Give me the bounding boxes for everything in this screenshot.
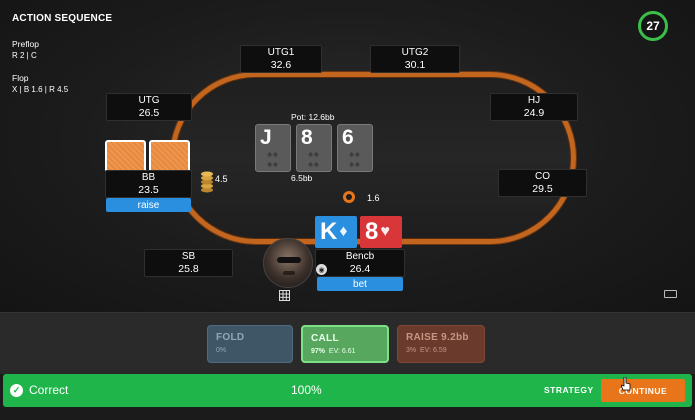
call-frequency: 97% <box>311 348 326 355</box>
bb-chip-stack-icon <box>201 171 213 193</box>
diamond-icon: ♦ <box>339 223 348 240</box>
raise-ev: EV: 6.59 <box>420 347 447 354</box>
pointer-cursor-icon <box>621 377 631 391</box>
bb-hole-card-1 <box>105 140 146 173</box>
seat-co: CO 29.5 <box>498 169 587 197</box>
pot-amount: 6.5bb <box>291 173 313 183</box>
pot-label: Pot: 12.6bb <box>291 112 335 122</box>
seat-sb: SB 25.8 <box>144 249 233 277</box>
hero-card-rank: K <box>320 218 338 245</box>
call-label: CALL <box>311 333 339 344</box>
grid-icon[interactable] <box>279 290 290 301</box>
flop-sequence: Flop X | B 1.6 | R 4.5 <box>12 72 68 96</box>
board-card-1: J ♠♠ ♠♠ <box>255 124 291 172</box>
spade-icon: ♠♠ ♠♠ <box>349 149 361 169</box>
seat-stack: 30.1 <box>404 59 426 71</box>
action-sequence-title: ACTION SEQUENCE <box>12 13 113 24</box>
seat-stack: 24.9 <box>523 107 545 119</box>
hero-card-1: K ♦ <box>315 216 357 248</box>
heart-icon: ♥ <box>380 223 390 240</box>
seat-stack: 32.6 <box>270 59 292 71</box>
hero-bet-amount: 1.6 <box>367 193 380 203</box>
seat-stack: 29.5 <box>532 183 553 195</box>
seat-name: BB <box>141 172 156 183</box>
seat-hj: HJ 24.9 <box>490 93 578 121</box>
turn-timer: 27 <box>638 11 668 41</box>
seat-bb: BB 23.5 <box>105 170 192 198</box>
bb-hole-card-2 <box>149 140 190 173</box>
call-button[interactable]: CALL 97% EV: 6.61 <box>301 325 389 363</box>
seat-utg: UTG 26.5 <box>106 93 192 121</box>
board-card-rank: 6 <box>342 126 354 149</box>
action-bar: FOLD 0% CALL 97% EV: 6.61 RAISE 9.2bb 3%… <box>0 312 695 374</box>
seat-name: UTG2 <box>401 47 429 58</box>
result-status: Correct <box>29 383 69 397</box>
call-ev: EV: 6.61 <box>328 348 356 355</box>
seat-name: CO <box>535 171 550 182</box>
dealer-badge-icon: ◉ <box>316 264 327 275</box>
seat-name: UTG1 <box>267 47 295 58</box>
preflop-actions: R 2 | C <box>12 51 37 60</box>
bb-action-tag: raise <box>106 198 191 212</box>
seat-stack: 26.5 <box>138 107 160 119</box>
flop-label: Flop <box>12 73 29 83</box>
seat-name: UTG <box>138 95 160 106</box>
result-score: 100% <box>291 383 322 397</box>
seat-name: Bencb <box>345 251 375 262</box>
hero-card-rank: 8 <box>365 218 379 245</box>
preflop-sequence: Preflop R 2 | C <box>12 38 39 62</box>
seat-stack: 25.8 <box>178 263 199 275</box>
check-icon: ✓ <box>10 384 23 397</box>
bb-bet-amount: 4.5 <box>215 174 228 184</box>
flop-actions: X | B 1.6 | R 4.5 <box>12 85 69 94</box>
spade-icon: ♠♠ ♠♠ <box>267 149 279 169</box>
strategy-button[interactable]: STRATEGY <box>544 385 594 395</box>
fold-label: FOLD <box>216 332 245 343</box>
seat-utg2: UTG2 30.1 <box>370 45 460 73</box>
result-bar: ✓ Correct 100% STRATEGY CONTINUE <box>3 374 692 407</box>
hero-action-tag: bet <box>317 277 403 291</box>
continue-button[interactable]: CONTINUE <box>601 379 685 402</box>
board-card-3: 6 ♠♠ ♠♠ <box>337 124 373 172</box>
raise-button[interactable]: RAISE 9.2bb 3% EV: 6.59 <box>397 325 485 363</box>
keyboard-icon[interactable] <box>664 290 677 298</box>
hero-bet-chip-icon <box>343 191 355 203</box>
spade-icon: ♠♠ ♠♠ <box>308 149 320 169</box>
seat-stack: 23.5 <box>138 184 159 196</box>
poker-table-area: ACTION SEQUENCE Preflop R 2 | C Flop X |… <box>0 0 695 312</box>
raise-frequency: 3% <box>406 347 417 354</box>
raise-label: RAISE 9.2bb <box>406 332 469 343</box>
seat-name: SB <box>181 251 196 262</box>
seat-stack: 26.4 <box>349 263 371 275</box>
board-card-rank: 8 <box>301 126 313 149</box>
board-card-rank: J <box>260 126 272 149</box>
hero-card-2: 8 ♥ <box>360 216 402 248</box>
fold-frequency: 0% <box>216 347 227 354</box>
board-card-2: 8 ♠♠ ♠♠ <box>296 124 332 172</box>
fold-button[interactable]: FOLD 0% <box>207 325 293 363</box>
preflop-label: Preflop <box>12 39 39 49</box>
hero-avatar <box>263 238 313 288</box>
seat-hero: Bencb 26.4 <box>315 249 405 277</box>
seat-name: HJ <box>527 95 541 106</box>
seat-utg1: UTG1 32.6 <box>240 45 322 73</box>
